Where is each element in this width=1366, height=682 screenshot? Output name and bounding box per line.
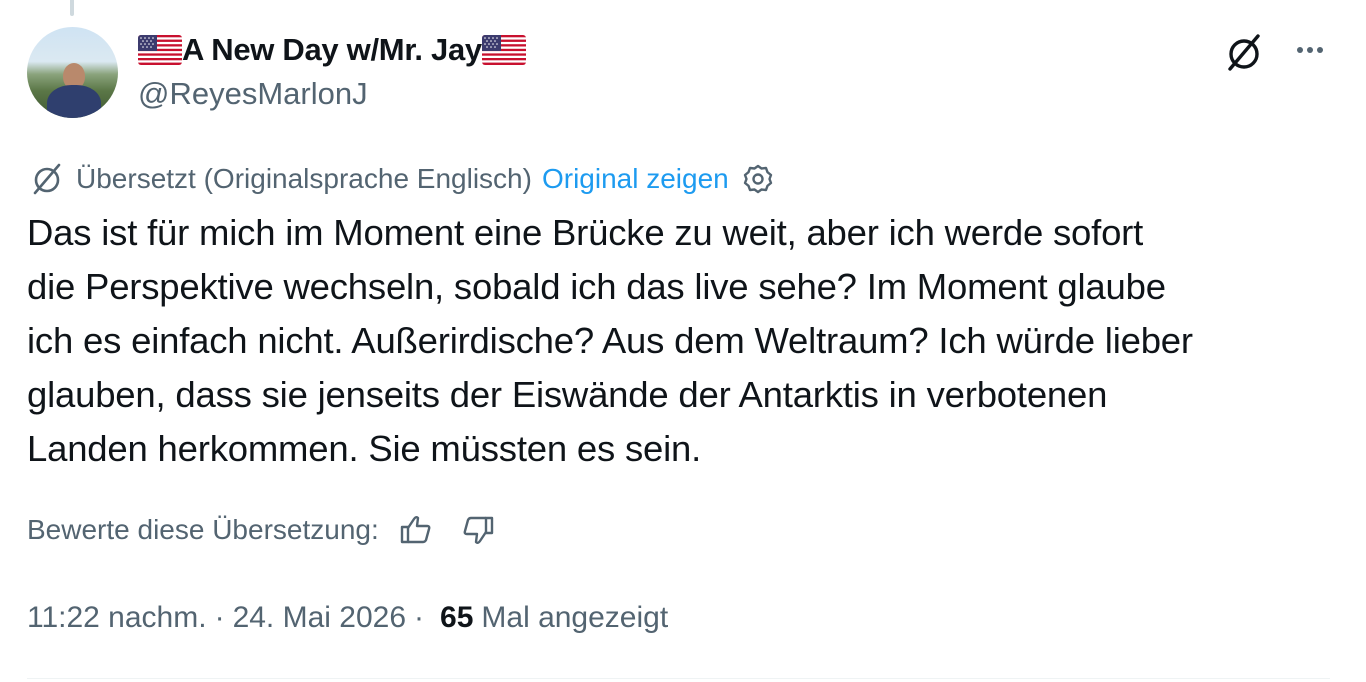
translation-notice: Übersetzt (Originalsprache Englisch) xyxy=(76,163,532,194)
avatar[interactable] xyxy=(27,27,118,118)
divider xyxy=(27,678,1330,679)
translation-notice-row: Übersetzt (Originalsprache Englisch) Ori… xyxy=(28,160,775,198)
us-flag-icon xyxy=(138,35,182,65)
rate-translation-row: Bewerte diese Übersetzung: xyxy=(27,508,497,552)
meta-separator: · xyxy=(214,601,225,634)
author-name-row[interactable]: A New Day w/Mr. Jay xyxy=(138,30,526,70)
show-original-link[interactable]: Original zeigen xyxy=(542,163,729,195)
views-label: Mal angezeigt xyxy=(481,601,669,634)
us-flag-icon xyxy=(481,35,526,65)
meta-separator: · xyxy=(414,601,425,634)
tweet-time[interactable]: 11:22 nachm. xyxy=(27,601,207,635)
gear-icon[interactable] xyxy=(741,162,775,196)
tweet-text: Das ist für mich im Moment eine Brücke z… xyxy=(27,212,1193,469)
thumbs-up-icon[interactable] xyxy=(397,511,435,549)
views-count: 65 xyxy=(440,601,474,634)
author-handle[interactable]: @ReyesMarlonJ xyxy=(138,74,368,114)
display-name[interactable]: A New Day w/Mr. Jay xyxy=(182,30,482,70)
avatar-body xyxy=(47,85,101,118)
more-icon[interactable] xyxy=(1288,30,1332,70)
rate-translation-label: Bewerte diese Übersetzung: xyxy=(27,514,379,545)
tweet-meta: 11:22 nachm. · 24. Mai 2026 · 65 Mal ang… xyxy=(27,596,668,640)
grok-icon[interactable] xyxy=(1222,30,1266,74)
thumbs-down-icon[interactable] xyxy=(459,511,497,549)
translate-icon xyxy=(28,160,66,198)
tweet-date[interactable]: 24. Mai 2026 xyxy=(233,601,406,635)
thread-connector-line xyxy=(70,0,74,16)
